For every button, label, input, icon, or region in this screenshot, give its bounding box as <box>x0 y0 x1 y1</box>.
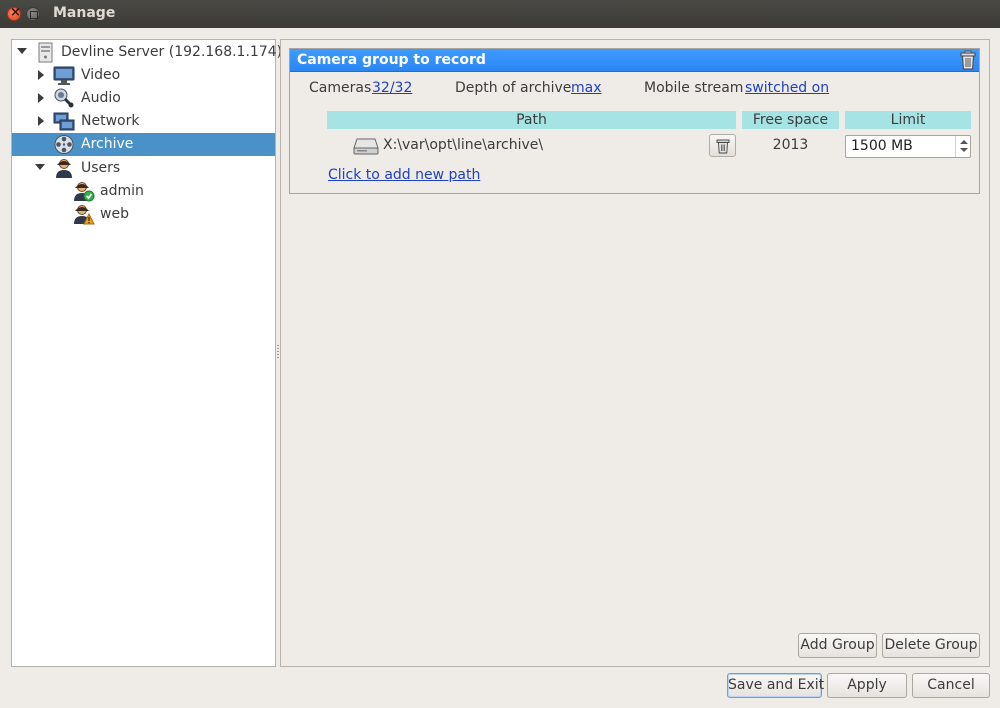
hard-drive-icon <box>353 138 379 155</box>
tree-item-admin[interactable]: admin <box>12 180 275 203</box>
trash-icon <box>716 139 730 154</box>
tree-item-archive[interactable]: Archive <box>12 133 275 156</box>
tree-label-admin: admin <box>100 183 144 199</box>
user-warning-icon <box>74 205 95 225</box>
tree-item-network[interactable]: Network <box>12 110 275 133</box>
add-group-button[interactable]: Add Group <box>798 633 877 658</box>
tree-item-web[interactable]: web <box>12 203 275 226</box>
column-header-free-space: Free space <box>742 111 839 129</box>
save-and-exit-button[interactable]: Save and Exit <box>727 673 824 698</box>
delete-group-trash-icon[interactable] <box>959 50 977 70</box>
delete-group-button[interactable]: Delete Group <box>882 633 980 658</box>
monitor-icon <box>53 66 75 85</box>
archive-path: X:\var\opt\line\archive\ <box>383 137 544 153</box>
server-icon <box>38 42 53 63</box>
cameras-link[interactable]: 32/32 <box>372 80 412 96</box>
network-icon <box>53 112 75 131</box>
apply-button[interactable]: Apply <box>827 673 907 698</box>
microphone-icon <box>54 88 74 108</box>
expand-arrow-icon[interactable] <box>17 48 27 54</box>
limit-spin-buttons[interactable] <box>955 136 970 157</box>
group-title: Camera group to record <box>297 52 486 68</box>
navigation-tree[interactable]: Devline Server (192.168.1.174) Video Aud… <box>11 39 282 667</box>
group-header: Camera group to record <box>290 49 979 72</box>
title-bar: Manage <box>0 0 1000 28</box>
expand-arrow-icon[interactable] <box>38 93 44 103</box>
column-header-limit: Limit <box>845 111 971 129</box>
mobile-stream-link[interactable]: switched on <box>745 80 829 96</box>
limit-value[interactable]: 1500 MB <box>851 138 913 154</box>
tree-item-video[interactable]: Video <box>12 64 275 87</box>
tree-label-archive: Archive <box>81 136 134 152</box>
expand-arrow-icon[interactable] <box>38 116 44 126</box>
tree-item-audio[interactable]: Audio <box>12 87 275 110</box>
depth-label: Depth of archive <box>455 80 572 96</box>
splitter-handle[interactable] <box>277 345 279 359</box>
mobile-stream-label: Mobile stream <box>644 80 744 96</box>
users-icon <box>56 159 72 178</box>
delete-path-button[interactable] <box>709 134 736 157</box>
limit-spinbox[interactable]: 1500 MB <box>845 135 971 158</box>
close-window-icon[interactable] <box>7 5 21 21</box>
cancel-button[interactable]: Cancel <box>912 673 990 698</box>
admin-user-icon <box>74 182 95 202</box>
expand-arrow-icon[interactable] <box>35 164 45 170</box>
maximize-window-icon[interactable] <box>26 7 40 21</box>
spin-up-icon[interactable] <box>960 140 968 144</box>
tree-label-web: web <box>100 206 129 222</box>
window-title: Manage <box>53 5 116 21</box>
tree-label-network: Network <box>81 113 140 129</box>
tree-label-video: Video <box>81 67 121 83</box>
tree-label-users: Users <box>81 160 121 176</box>
film-reel-icon <box>54 135 74 154</box>
free-space-value: 2013 <box>772 137 809 153</box>
camera-group-box: Camera group to record Cameras 32/32 Dep… <box>289 48 980 194</box>
tree-label-server: Devline Server (192.168.1.174) <box>61 44 283 60</box>
column-header-path: Path <box>327 111 736 129</box>
tree-label-audio: Audio <box>81 90 121 106</box>
tree-item-users[interactable]: Users <box>12 157 275 180</box>
spin-down-icon[interactable] <box>960 148 968 152</box>
tree-item-server[interactable]: Devline Server (192.168.1.174) <box>12 41 282 64</box>
cameras-label: Cameras <box>309 80 372 96</box>
add-path-link[interactable]: Click to add new path <box>328 167 480 183</box>
expand-arrow-icon[interactable] <box>38 70 44 80</box>
depth-link[interactable]: max <box>571 80 602 96</box>
